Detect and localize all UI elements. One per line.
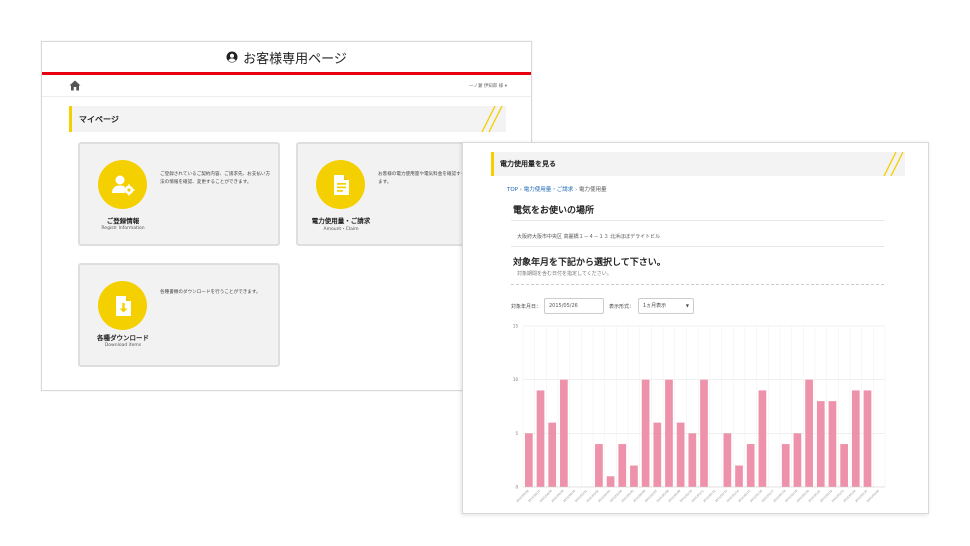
chart-bar	[630, 465, 638, 487]
page-header: お客様専用ページ	[42, 42, 531, 75]
download-file-icon	[115, 295, 131, 316]
usage-window: 電力使用量を見る TOP › 電力使用量・ご請求 › 電力使用量 電気をお使いの…	[462, 142, 929, 514]
mypage-window: お客様専用ページ 一ノ瀬 伊知郎 様 ▾ マイページ ご登録情報 Registr…	[41, 41, 532, 391]
y-tick-label: 0	[515, 485, 518, 490]
stripe-decoration	[481, 106, 503, 132]
user-circle-icon	[226, 51, 238, 63]
chart-bar	[524, 433, 533, 487]
x-tick-label: 2015/05/26	[866, 489, 880, 503]
card-icon-circle	[98, 160, 147, 209]
chart-bar	[793, 433, 802, 487]
card-description: 各種書類のダウンロードを行うことができます。	[160, 290, 261, 295]
chart-bar	[548, 422, 557, 487]
chart-bar	[641, 379, 650, 487]
chart-bar	[688, 433, 697, 487]
top-nav: 一ノ瀬 伊知郎 様 ▾	[42, 75, 531, 97]
card-subtitle: Amount・Claim	[323, 227, 359, 232]
chart-bar	[828, 401, 837, 487]
section-header-mypage: マイページ	[69, 106, 506, 132]
card-title: 電力使用量・ご請求	[311, 217, 371, 225]
document-icon	[333, 174, 349, 195]
y-tick-label: 15	[513, 324, 519, 329]
user-menu[interactable]: 一ノ瀬 伊知郎 様 ▾	[469, 83, 507, 89]
chart-bar	[735, 465, 743, 487]
card-download-items[interactable]: 各種ダウンロード Download items 各種書類のダウンロードを行うこと…	[78, 263, 280, 367]
home-icon[interactable]	[69, 80, 81, 91]
card-subtitle: Download items	[104, 343, 142, 348]
chart-bar	[595, 444, 603, 487]
chart-bar	[536, 390, 545, 487]
chart-bar	[700, 379, 708, 487]
chart-bar	[863, 390, 872, 487]
chart-bar	[816, 401, 825, 487]
user-gear-icon	[111, 175, 135, 196]
chart-bar	[758, 390, 767, 487]
chart-bar	[618, 444, 627, 487]
usage-bar-chart: 0510152015/04/262015/04/272015/04/282015…	[513, 324, 886, 503]
chart-bar	[606, 476, 615, 487]
card-title: ご登録情報	[106, 217, 140, 225]
section-title: マイページ	[79, 114, 119, 124]
chart-bar	[840, 444, 848, 487]
y-tick-label: 5	[515, 431, 518, 436]
card-title: 各種ダウンロード	[97, 334, 149, 342]
chart-bar	[723, 433, 732, 487]
card-icon-circle	[98, 281, 147, 330]
chart-bar	[781, 444, 790, 487]
chart-bar	[560, 379, 568, 487]
y-tick-label: 10	[513, 377, 519, 382]
card-icon-circle	[316, 160, 365, 209]
card-registration-info[interactable]: ご登録情報 Registr Information ご登録されているご契約内容、…	[78, 142, 280, 246]
chart-bar	[665, 379, 673, 487]
chart-bar	[676, 422, 685, 487]
card-subtitle: Registr Information	[101, 226, 145, 231]
chart-bar	[653, 422, 662, 487]
chart-bar	[805, 379, 813, 487]
card-description: ご登録されているご契約内容、ご請求先、お支払い方法の情報を確認、変更することがで…	[160, 172, 271, 186]
page-title: お客様専用ページ	[243, 51, 347, 67]
chart-bar	[746, 444, 755, 487]
chart-bar	[851, 390, 860, 487]
